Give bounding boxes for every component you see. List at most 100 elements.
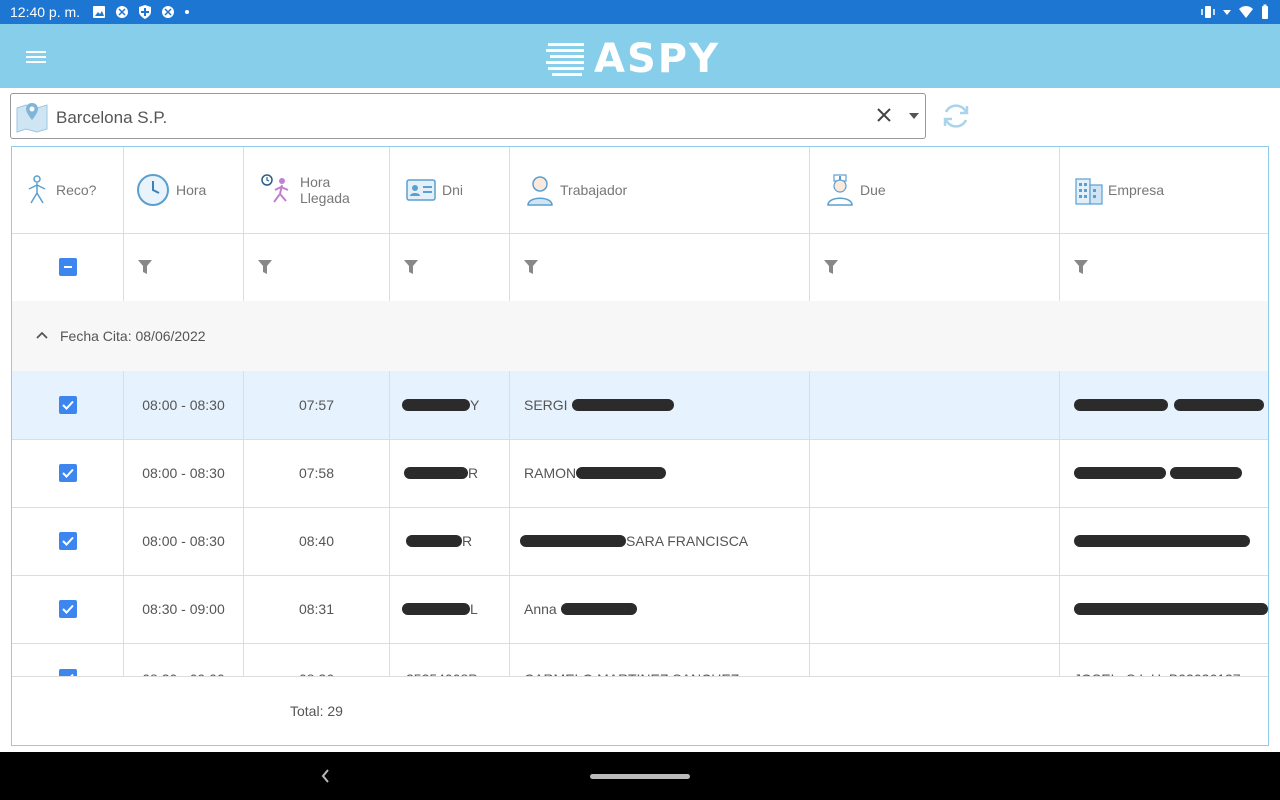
vpn-globe-icon [162, 6, 174, 18]
table-row[interactable]: 08:00 - 08:30 07:57 Y SERGI [12, 371, 1268, 440]
column-label: Empresa [1108, 182, 1165, 198]
grid-filter-row [12, 233, 1268, 302]
column-header-dni[interactable]: Dni [390, 147, 510, 233]
cell-dni: R [390, 439, 510, 507]
filter-cell-hora[interactable] [124, 233, 244, 301]
total-count: Total: 29 [290, 703, 343, 719]
redaction [560, 603, 637, 615]
back-icon[interactable] [316, 766, 336, 786]
cell-llegada: 08:40 [244, 507, 390, 575]
table-row[interactable]: 08:00 - 08:30 08:40 R SARA FRANCISCA [12, 507, 1268, 576]
checkmark-icon [61, 604, 74, 614]
nurse-icon [827, 174, 853, 206]
cell-due [810, 507, 1060, 575]
cell-llegada: 07:58 [244, 439, 390, 507]
checkmark-icon [61, 536, 74, 546]
building-icon [1075, 178, 1103, 205]
dni-suffix: R [468, 465, 479, 481]
logo-text: ASPY [594, 36, 721, 82]
appointments-grid: Reco? Hora Hora Llegada Dni Trabajador D… [11, 146, 1269, 746]
chevron-up-icon[interactable] [34, 327, 50, 343]
status-time: 12:40 p. m. [10, 4, 81, 20]
refresh-icon[interactable] [940, 100, 972, 132]
checkmark-icon [61, 468, 74, 478]
filter-cell-empresa[interactable] [1060, 233, 1268, 301]
column-header-hora-llegada[interactable]: Hora Llegada [244, 147, 390, 233]
column-label: Trabajador [560, 182, 628, 198]
redaction [404, 467, 468, 479]
home-handle[interactable] [590, 774, 690, 779]
table-row[interactable]: 08:00 - 08:30 07:58 R RAMON [12, 439, 1268, 508]
column-label: Hora [176, 182, 207, 198]
cell-dni: R [390, 507, 510, 575]
filter-cell-dni[interactable] [390, 233, 510, 301]
column-header-reco[interactable]: Reco? [12, 147, 124, 233]
row-checkbox[interactable] [58, 464, 77, 482]
filter-icon[interactable] [404, 260, 418, 274]
shield-icon [139, 5, 151, 19]
row-checkbox[interactable] [58, 532, 77, 550]
map-location-icon [16, 103, 48, 133]
cell-empresa [1060, 371, 1268, 439]
battery-icon [1262, 4, 1268, 19]
app-bar: ASPY [0, 24, 1280, 88]
column-header-hora[interactable]: Hora [124, 147, 244, 233]
cell-due [810, 439, 1060, 507]
filter-icon[interactable] [258, 260, 272, 274]
dot-icon [185, 10, 189, 14]
cell-dni: Y [390, 371, 510, 439]
select-all-checkbox[interactable] [58, 258, 77, 276]
clear-icon[interactable] [873, 104, 895, 126]
dni-suffix: R [462, 533, 473, 549]
row-checkbox[interactable] [58, 600, 77, 618]
cell-due [810, 575, 1060, 643]
column-header-empresa[interactable]: Empresa [1060, 147, 1268, 233]
clock-icon [137, 174, 169, 206]
cell-trabajador: Anna [510, 575, 810, 643]
worker-icon [527, 176, 553, 206]
dropdown-arrow-icon[interactable] [909, 113, 919, 119]
filter-icon[interactable] [138, 260, 152, 274]
table-row[interactable]: 08:30 - 09:00 08:31 L Anna [12, 575, 1268, 644]
trabajador-prefix: RAMON [524, 465, 577, 481]
filter-cell-trabajador[interactable] [510, 233, 810, 301]
redaction [1074, 399, 1168, 411]
hamburger-menu-icon[interactable] [22, 46, 50, 68]
filter-icon[interactable] [824, 260, 838, 274]
vpn-globe-icon [116, 6, 128, 18]
filter-cell-hora-llegada[interactable] [244, 233, 390, 301]
location-selector[interactable]: Barcelona S.P. [10, 93, 926, 139]
cell-trabajador: RAMON [510, 439, 810, 507]
cell-llegada: 07:57 [244, 371, 390, 439]
app-logo: ASPY [546, 36, 720, 82]
vibrate-icon [1201, 6, 1215, 18]
column-label: Reco? [56, 182, 97, 198]
signal-icon [1223, 10, 1231, 15]
row-checkbox[interactable] [58, 396, 77, 414]
cell-llegada: 08:31 [244, 575, 390, 643]
redaction [1074, 603, 1268, 615]
logo-mark-icon [546, 43, 584, 76]
redaction [1174, 399, 1264, 411]
cell-empresa [1060, 439, 1268, 507]
group-row[interactable]: Fecha Cita: 08/06/2022 [12, 301, 1268, 372]
cell-trabajador: SERGI [510, 371, 810, 439]
redaction [402, 603, 470, 615]
cell-empresa [1060, 575, 1268, 643]
checkmark-icon [61, 400, 74, 410]
filter-cell-due[interactable] [810, 233, 1060, 301]
redaction [1074, 535, 1250, 547]
filter-icon[interactable] [524, 260, 538, 274]
redaction [571, 399, 674, 411]
redaction [1074, 467, 1166, 479]
filter-icon[interactable] [1074, 260, 1088, 274]
redaction [402, 399, 470, 411]
cell-hora: 08:30 - 09:00 [124, 575, 244, 643]
redaction [520, 535, 626, 547]
column-header-due[interactable]: Due [810, 147, 1060, 233]
cell-empresa [1060, 507, 1268, 575]
id-card-icon [406, 179, 436, 201]
group-label: Fecha Cita: 08/06/2022 [60, 328, 206, 344]
column-header-trabajador[interactable]: Trabajador [510, 147, 810, 233]
walking-person-icon [28, 175, 46, 204]
